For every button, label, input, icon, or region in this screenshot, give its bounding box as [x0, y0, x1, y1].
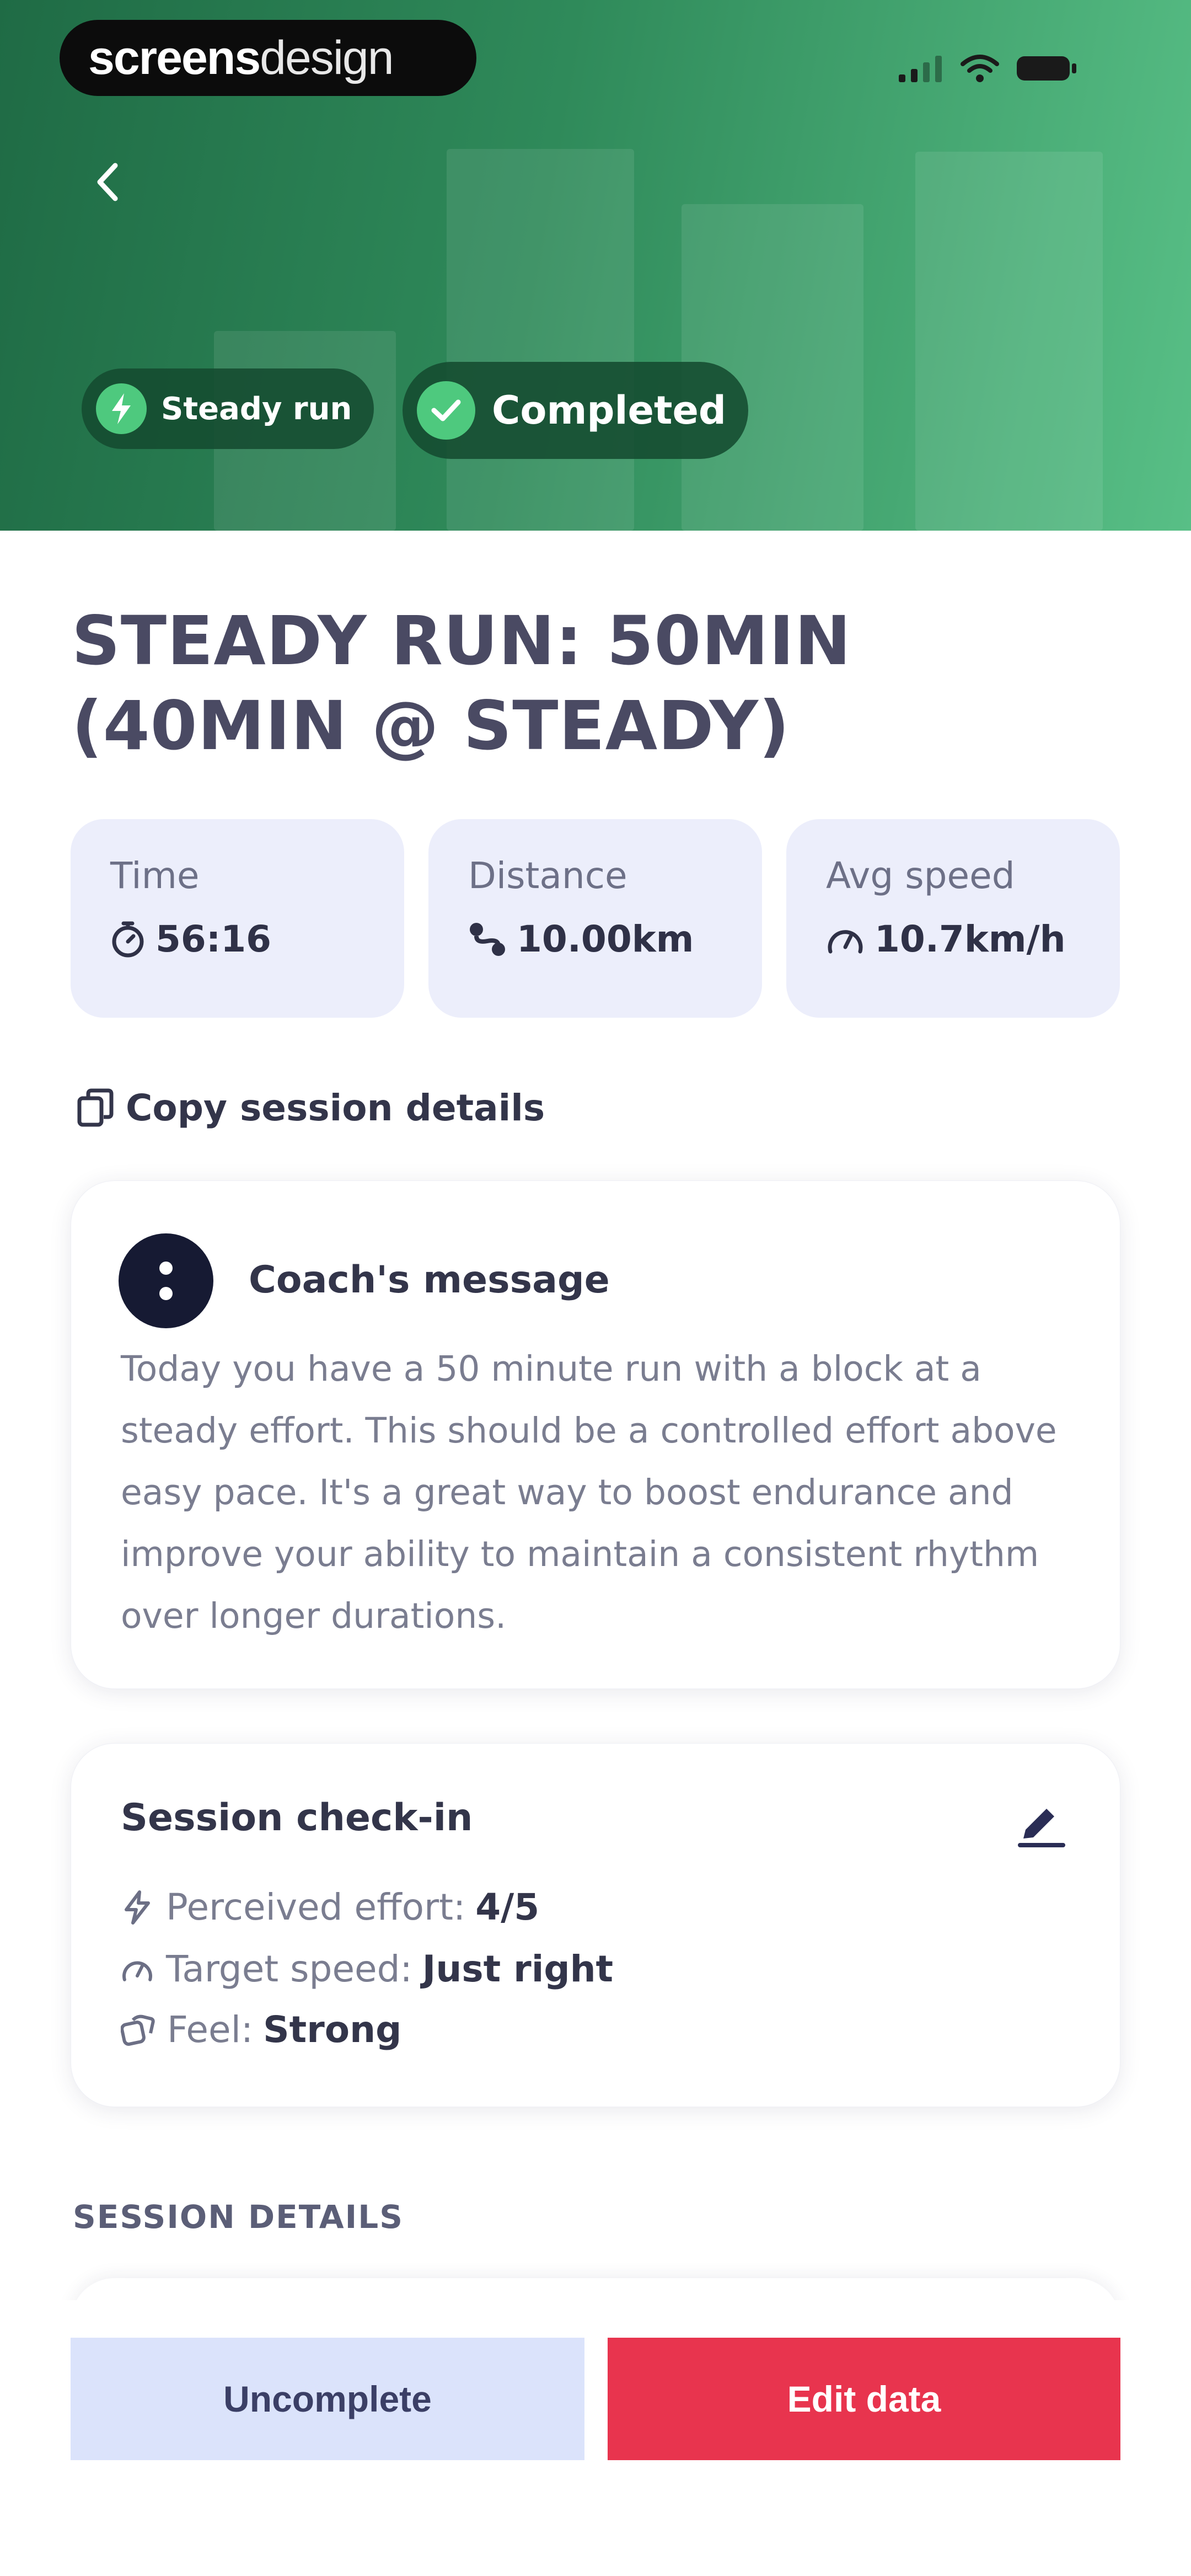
check-circle-icon [417, 381, 475, 440]
session-details-heading: SESSION DETAILS [73, 2198, 404, 2236]
stopwatch-icon [112, 921, 144, 957]
checkin-value: 4/5 [475, 1886, 540, 1928]
coach-message-card: Coach's message Today you have a 50 minu… [71, 1180, 1120, 1689]
checkin-label: Target speed: [166, 1948, 412, 1990]
chevron-left-icon [97, 163, 118, 201]
stat-card-avg-speed: Avg speed 10.7km/h [786, 819, 1120, 1018]
stat-label: Time [110, 854, 200, 897]
completed-status-chip: Completed [403, 362, 749, 459]
feel-icon [121, 2014, 155, 2046]
uncomplete-button[interactable]: Uncomplete [71, 2338, 584, 2460]
edit-data-button[interactable]: Edit data [608, 2338, 1120, 2460]
completed-status-label: Completed [492, 388, 727, 433]
session-checkin-title: Session check-in [121, 1796, 473, 1840]
route-icon [470, 922, 505, 956]
copy-icon [77, 1088, 114, 1127]
effort-icon [125, 1890, 150, 1925]
coach-avatar [119, 1233, 213, 1328]
session-type-label: Steady run [161, 391, 352, 427]
copy-session-details-link[interactable]: Copy session details [77, 1080, 545, 1135]
speedometer-icon [828, 929, 863, 953]
edit-checkin-button[interactable] [1008, 1793, 1075, 1859]
checkin-value: Just right [422, 1948, 614, 1990]
lightning-icon [96, 383, 147, 434]
stat-value: 10.00km [517, 918, 694, 960]
checkin-row-effort: Perceived effort: 4/5 [121, 1886, 539, 1928]
stat-card-distance: Distance 10.00km [428, 819, 762, 1018]
checkin-value: Strong [263, 2008, 402, 2051]
hero-chart-bar [915, 152, 1103, 531]
battery-icon [1017, 56, 1076, 81]
session-type-chip: Steady run [82, 368, 374, 449]
checkin-label: Feel: [167, 2008, 254, 2051]
copy-session-details-label: Copy session details [126, 1086, 545, 1129]
pencil-icon [1018, 1809, 1065, 1847]
back-button[interactable] [83, 157, 132, 207]
coach-message-text: Today you have a 50 minute run with a bl… [121, 1349, 1057, 1636]
session-checkin-card: Session check-in Perceived effort: 4/5 T… [71, 1743, 1120, 2107]
checkin-label: Perceived effort: [166, 1886, 466, 1928]
hero-header: screensdesign Steady run Completed [0, 0, 1191, 531]
stat-label: Avg speed [826, 854, 1015, 897]
status-bar [899, 53, 1077, 84]
stat-value: 56:16 [155, 918, 272, 960]
stat-card-time: Time 56:16 [71, 819, 404, 1018]
stat-value: 10.7km/h [875, 918, 1066, 960]
stat-label: Distance [468, 854, 627, 897]
wifi-icon [961, 55, 999, 82]
session-title: STEADY RUN: 50MIN (40MIN @ STEADY) [72, 602, 852, 765]
hero-chart-bar [447, 149, 634, 531]
coach-message-title: Coach's message [249, 1258, 610, 1302]
speedometer-icon [122, 1961, 152, 1981]
checkin-row-feel: Feel: Strong [121, 2008, 401, 2051]
cellular-signal-icon [899, 56, 942, 82]
screensdesign-watermark: screensdesign [60, 20, 476, 96]
checkin-row-target-speed: Target speed: Just right [121, 1948, 613, 1990]
